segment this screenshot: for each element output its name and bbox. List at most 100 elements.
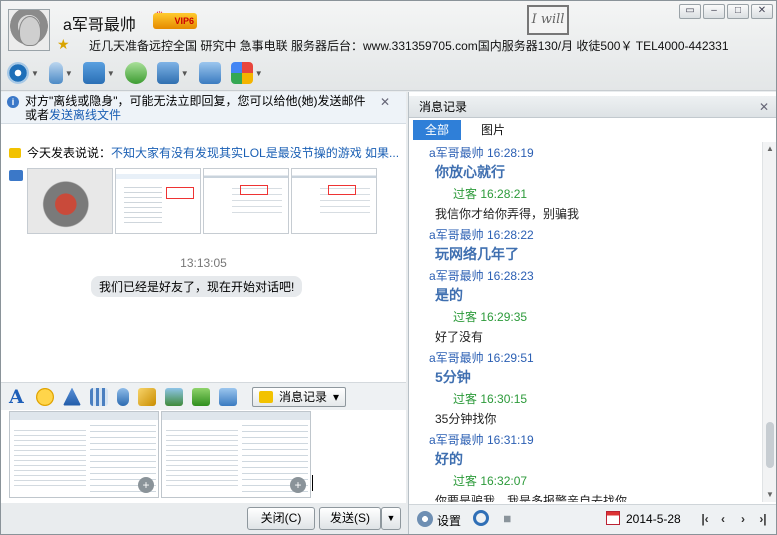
video-call-tool[interactable]: ▼ (7, 62, 39, 84)
minimize-button[interactable]: – (703, 4, 725, 19)
contact-avatar[interactable] (8, 9, 50, 51)
chevron-down-icon: ▼ (254, 68, 263, 78)
history-entry-message: 好了没有 (435, 330, 484, 344)
send-image-icon[interactable] (165, 387, 183, 406)
window-controls: ▭ – □ ✕ (679, 4, 773, 19)
speech-bubble-icon (9, 148, 21, 158)
apps-tool[interactable]: ▼ (230, 62, 263, 84)
chat-pane: i 对方"离线或隐身"，可能无法立即回复，您可以给他(她)发送邮件 或者发送离线… (1, 92, 406, 534)
camera-icon (9, 170, 23, 181)
status-photo[interactable] (291, 168, 377, 234)
speaker-icon[interactable] (504, 511, 517, 527)
history-entry-message: 你要是骗我，我是多报警亲自去找你 (435, 494, 628, 502)
history-scrollbar[interactable]: ▲ ▼ (762, 142, 776, 502)
skin-button[interactable]: ▭ (679, 4, 701, 19)
history-entry-header: 过客 16:32:07 (453, 474, 528, 488)
history-entry-message: 我信你才给你弄得，别骗我 (435, 207, 580, 221)
message-record-button[interactable]: 消息记录 ▾ (252, 386, 347, 407)
status-photo[interactable] (115, 168, 201, 234)
voice-message-icon[interactable] (117, 387, 129, 406)
add-chat-icon (124, 62, 147, 84)
notice-text: 对方"离线或隐身"，可能无法立即回复，您可以给他(她)发送邮件 (25, 94, 366, 108)
notice-or: 或者 (25, 108, 50, 122)
folder-icon (82, 62, 105, 84)
status-photo[interactable] (27, 168, 113, 234)
message-input[interactable]: + + (1, 411, 406, 503)
history-entry-header: a军哥最帅 16:31:19 (429, 433, 534, 447)
shake-window-icon[interactable] (63, 387, 81, 406)
status-link[interactable]: 不知大家有没有发现其实LOL是最没节操的游戏 如果... (111, 146, 399, 160)
handwriting-icon[interactable] (138, 387, 156, 406)
send-options-button[interactable]: ▼ (381, 507, 401, 530)
close-button[interactable]: 关闭(C) (247, 507, 315, 530)
history-entry-message: 你放心就行 (435, 164, 505, 180)
zoom-icon[interactable]: + (290, 477, 306, 493)
history-entry-header: a军哥最帅 16:28:19 (429, 146, 534, 160)
settings-label[interactable]: 设置 (437, 512, 461, 529)
vip-badge[interactable]: VIP6 (153, 13, 197, 29)
last-page-icon[interactable]: ›| (755, 510, 771, 528)
info-icon: i (7, 96, 19, 108)
status-prefix: 今天发表说说： (27, 146, 112, 160)
scroll-up-icon[interactable]: ▲ (765, 144, 775, 154)
remote-desktop-tool[interactable]: ▼ (156, 62, 189, 84)
remote-screen-icon (156, 62, 179, 84)
header-decoration: I will (521, 3, 641, 39)
history-entry-header: 过客 16:29:35 (453, 310, 528, 324)
message-record-label: 消息记录 (279, 390, 328, 404)
decoration-frame: I will (527, 5, 569, 35)
emoji-icon[interactable] (36, 387, 54, 406)
chevron-down-icon: ▼ (106, 68, 115, 78)
tab-images[interactable]: 图片 (469, 120, 517, 140)
history-log[interactable]: a军哥最帅 16:28:19 你放心就行 过客 16:28:21 我信你才给你弄得，别… (409, 142, 761, 502)
system-message: 我们已经是好友了，现在开始对话吧! (91, 276, 303, 297)
history-entry-message: 好的 (435, 451, 463, 467)
history-entry-message: 5分钟 (435, 369, 471, 385)
format-toolbar: A 消息记录 ▾ (1, 382, 406, 410)
scroll-thumb[interactable] (766, 422, 774, 468)
apps-icon (230, 62, 253, 84)
voice-call-tool[interactable]: ▼ (48, 62, 73, 84)
font-icon[interactable]: A (9, 387, 27, 406)
history-entry-header: a军哥最帅 16:28:23 (429, 269, 534, 283)
microphone-icon (48, 62, 63, 84)
pasted-image[interactable]: + (9, 411, 159, 498)
chevron-down-icon: ▾ (333, 389, 340, 404)
chat-toolbar: ▼ ▼ ▼ ▼ ▼ (7, 59, 263, 87)
history-entry-header: a军哥最帅 16:29:51 (429, 351, 534, 365)
next-page-icon[interactable]: › (735, 510, 751, 528)
share-icon (198, 62, 221, 84)
maximize-button[interactable]: □ (727, 4, 749, 19)
close-notice-icon[interactable]: ✕ (380, 95, 390, 109)
close-history-icon[interactable]: ✕ (759, 96, 769, 118)
chat-window: a军哥最帅 ♛ VIP6 ★ 近几天准备远控全国 研究中 急事电联 服务器后台：… (0, 0, 777, 535)
music-icon[interactable] (192, 387, 210, 406)
history-tabs: 全部 图片 (409, 120, 776, 142)
video-clip-icon[interactable] (90, 387, 108, 406)
calendar-icon[interactable] (606, 511, 620, 525)
tab-all[interactable]: 全部 (413, 120, 462, 140)
screenshot-icon[interactable] (219, 387, 237, 406)
share-screen-tool[interactable] (198, 62, 221, 84)
history-footer: 设置 2014-5-28 |‹ ‹ › ›| (409, 504, 776, 534)
history-entry-header: 过客 16:30:15 (453, 392, 528, 406)
contact-signature: 近几天准备远控全国 研究中 急事电联 服务器后台：www.331359705.c… (89, 39, 729, 53)
scroll-down-icon[interactable]: ▼ (765, 490, 775, 500)
chevron-down-icon: ▼ (180, 68, 189, 78)
gear-icon[interactable] (417, 511, 433, 527)
send-button[interactable]: 发送(S) (319, 507, 381, 530)
chevron-down-icon: ▼ (64, 68, 73, 78)
first-page-icon[interactable]: |‹ (697, 510, 713, 528)
contact-nickname: a军哥最帅 (63, 17, 136, 34)
zoom-icon[interactable]: + (138, 477, 154, 493)
file-transfer-tool[interactable]: ▼ (82, 62, 115, 84)
create-discussion-tool[interactable] (124, 62, 147, 84)
history-entry-header: a军哥最帅 16:28:22 (429, 228, 534, 242)
send-offline-file-link[interactable]: 发送离线文件 (49, 108, 121, 122)
search-icon[interactable] (473, 510, 489, 526)
history-date[interactable]: 2014-5-28 (626, 512, 681, 526)
previous-page-icon[interactable]: ‹ (715, 510, 731, 528)
close-window-button[interactable]: ✕ (751, 4, 773, 19)
pasted-image[interactable]: + (161, 411, 311, 498)
status-photo[interactable] (203, 168, 289, 234)
